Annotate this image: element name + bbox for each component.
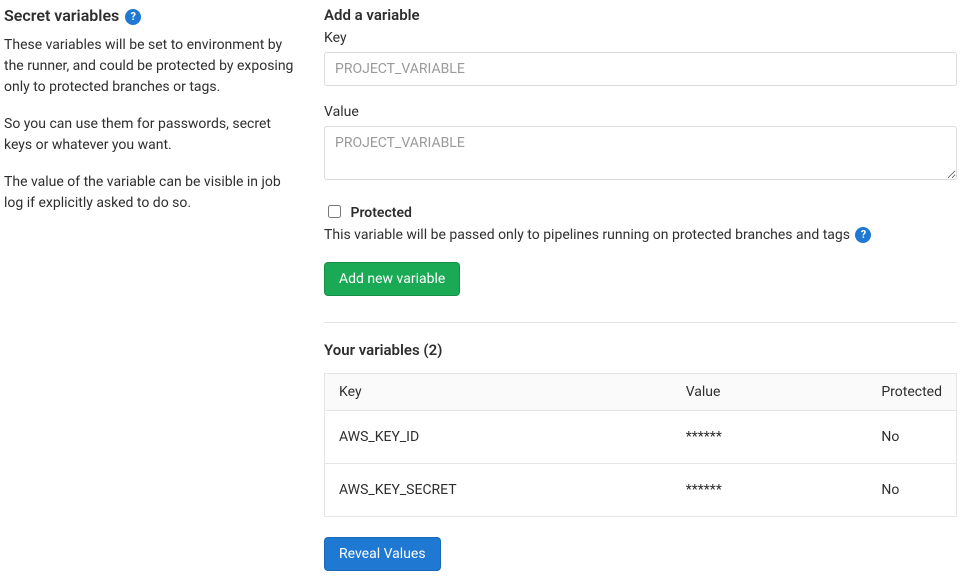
add-variable-button[interactable]: Add new variable <box>324 262 460 296</box>
table-row: AWS_KEY_ID ****** No <box>325 411 957 464</box>
section-desc-2: So you can use them for passwords, secre… <box>4 114 296 156</box>
variables-table: Key Value Protected AWS_KEY_ID ****** No… <box>324 373 957 517</box>
help-icon[interactable]: ? <box>125 9 141 25</box>
cell-value: ****** <box>672 411 868 464</box>
protected-label[interactable]: Protected <box>350 205 411 221</box>
cell-key: AWS_KEY_SECRET <box>325 464 672 517</box>
protected-help-text-content: This variable will be passed only to pip… <box>324 227 850 243</box>
section-title-text: Secret variables <box>4 6 119 25</box>
table-row: AWS_KEY_SECRET ****** No <box>325 464 957 517</box>
col-header-protected: Protected <box>867 374 956 411</box>
reveal-values-button[interactable]: Reveal Values <box>324 537 441 571</box>
section-title: Secret variables ? <box>4 6 296 25</box>
cell-value: ****** <box>672 464 868 517</box>
your-variables-heading: Your variables (2) <box>324 341 957 359</box>
value-label: Value <box>324 104 957 120</box>
protected-checkbox-row: Protected <box>324 202 957 221</box>
key-input[interactable] <box>324 52 957 86</box>
add-variable-heading: Add a variable <box>324 6 957 24</box>
cell-protected: No <box>867 411 956 464</box>
divider <box>324 322 957 323</box>
section-desc-1: These variables will be set to environme… <box>4 35 296 98</box>
cell-key: AWS_KEY_ID <box>325 411 672 464</box>
key-label: Key <box>324 30 957 46</box>
col-header-value: Value <box>672 374 868 411</box>
help-icon[interactable]: ? <box>855 227 871 243</box>
protected-checkbox[interactable] <box>328 205 341 218</box>
section-desc-3: The value of the variable can be visible… <box>4 172 296 214</box>
table-header-row: Key Value Protected <box>325 374 957 411</box>
col-header-key: Key <box>325 374 672 411</box>
value-input[interactable] <box>324 126 957 180</box>
cell-protected: No <box>867 464 956 517</box>
protected-help-text: This variable will be passed only to pip… <box>324 225 957 246</box>
